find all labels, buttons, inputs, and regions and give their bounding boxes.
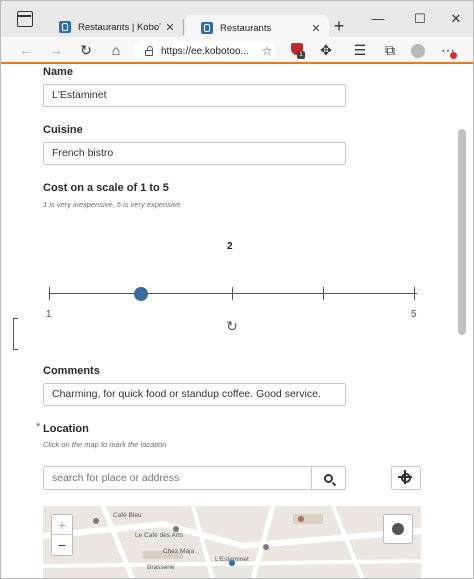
tab-kobotoolbox[interactable]: Restaurants | KoboToolbox ✕	[43, 15, 183, 39]
tab-strip: Restaurants | KoboToolbox ✕ Restaurants …	[1, 1, 473, 41]
map-label: Brasserie	[147, 564, 175, 571]
collections-icon[interactable]: ⧉	[379, 41, 401, 59]
browser-window: Restaurants | KoboToolbox ✕ Restaurants …	[0, 0, 474, 579]
search-icon	[324, 473, 333, 483]
globe-icon	[392, 523, 404, 535]
zoom-controls: + −	[51, 514, 73, 556]
new-tab-button[interactable]: +	[329, 15, 349, 37]
cost-hint: 1 is very inexpensive, 5 is very expensi…	[43, 200, 181, 209]
required-asterisk: *	[36, 421, 41, 433]
address-text: https://ee.kobotoo...	[161, 45, 249, 57]
poi-marker-icon	[173, 526, 179, 532]
address-bar[interactable]: https://ee.kobotoo... ☆	[133, 41, 276, 61]
location-map[interactable]: + − Café Bleu Le Café des Arts Chez Maja…	[43, 506, 421, 578]
name-field[interactable]: L'Estaminet	[43, 84, 346, 107]
location-label: Location	[43, 423, 89, 435]
map-streets	[43, 506, 421, 578]
slider-tick	[49, 287, 50, 300]
cost-slider-track[interactable]	[49, 293, 417, 294]
scrollbar-thumb[interactable]	[458, 129, 466, 335]
reset-slider-icon[interactable]: ↻	[225, 319, 239, 333]
favorite-star-icon[interactable]: ☆	[258, 44, 276, 58]
location-search-input[interactable]	[44, 467, 311, 489]
back-arrow-icon[interactable]: ←	[15, 41, 37, 59]
map-label: Café Bleu	[113, 512, 142, 519]
minimize-button[interactable]: —	[363, 11, 393, 26]
extension-badge: 1	[297, 51, 305, 59]
info-marker-icon	[263, 544, 269, 550]
kobo-favicon-icon	[201, 22, 213, 34]
tab-actions-icon[interactable]	[17, 11, 33, 27]
map-label: Chez Maja	[163, 548, 195, 555]
slider-tick	[232, 287, 233, 300]
comments-label: Comments	[43, 365, 100, 377]
lock-icon	[145, 45, 153, 56]
cuisine-label: Cuisine	[43, 124, 83, 136]
location-search-box	[43, 466, 346, 490]
search-button[interactable]	[311, 467, 345, 489]
favorites-icon[interactable]: ☰	[349, 41, 371, 59]
extensions-puzzle-icon[interactable]: ✥	[315, 41, 337, 59]
zoom-out-button[interactable]: −	[52, 535, 72, 555]
tab-close-icon[interactable]: ✕	[161, 21, 179, 34]
cost-slider-handle[interactable]	[133, 287, 148, 301]
poi-marker-icon	[298, 516, 304, 522]
notification-dot	[450, 52, 457, 59]
zoom-in-button[interactable]: +	[52, 515, 72, 535]
crosshair-icon	[398, 470, 412, 484]
close-window-button[interactable]: ✕	[441, 11, 471, 27]
tab-title: Restaurants | KoboToolbox	[78, 21, 161, 33]
slider-min-label: 1	[46, 309, 52, 320]
home-icon[interactable]: ⌂	[105, 41, 127, 59]
location-pin-icon	[229, 560, 235, 566]
tab-title: Restaurants	[220, 22, 272, 34]
slider-max-label: 5	[411, 309, 417, 320]
refresh-icon[interactable]: ↻	[75, 41, 97, 59]
tab-close-icon[interactable]: ✕	[307, 22, 325, 35]
detect-location-button[interactable]	[391, 466, 421, 490]
location-hint: Click on the map to mark the location	[43, 440, 167, 449]
cuisine-field[interactable]: French bistro	[43, 142, 346, 165]
poi-marker-icon	[93, 518, 99, 524]
profile-avatar[interactable]	[411, 44, 425, 58]
forward-arrow-icon[interactable]: →	[45, 41, 67, 59]
page-edge-bracket	[13, 318, 18, 350]
map-layers-button[interactable]	[383, 514, 413, 544]
map-label: Le Café des Arts	[135, 532, 184, 539]
comments-field[interactable]: Charming, for quick food or standup coff…	[43, 383, 346, 406]
slider-tick	[414, 287, 415, 300]
slider-current-value: 2	[227, 241, 233, 252]
tab-separator	[183, 19, 184, 35]
maximize-button[interactable]: ☐	[405, 11, 435, 27]
cost-label: Cost on a scale of 1 to 5	[43, 182, 169, 194]
name-label: Name	[43, 66, 73, 78]
kobo-favicon-icon	[59, 21, 71, 33]
browser-toolbar: ← → ↻ ⌂ https://ee.kobotoo... ☆ ✥ ☰ ⧉ ⋯	[1, 37, 473, 64]
slider-tick	[323, 287, 324, 300]
